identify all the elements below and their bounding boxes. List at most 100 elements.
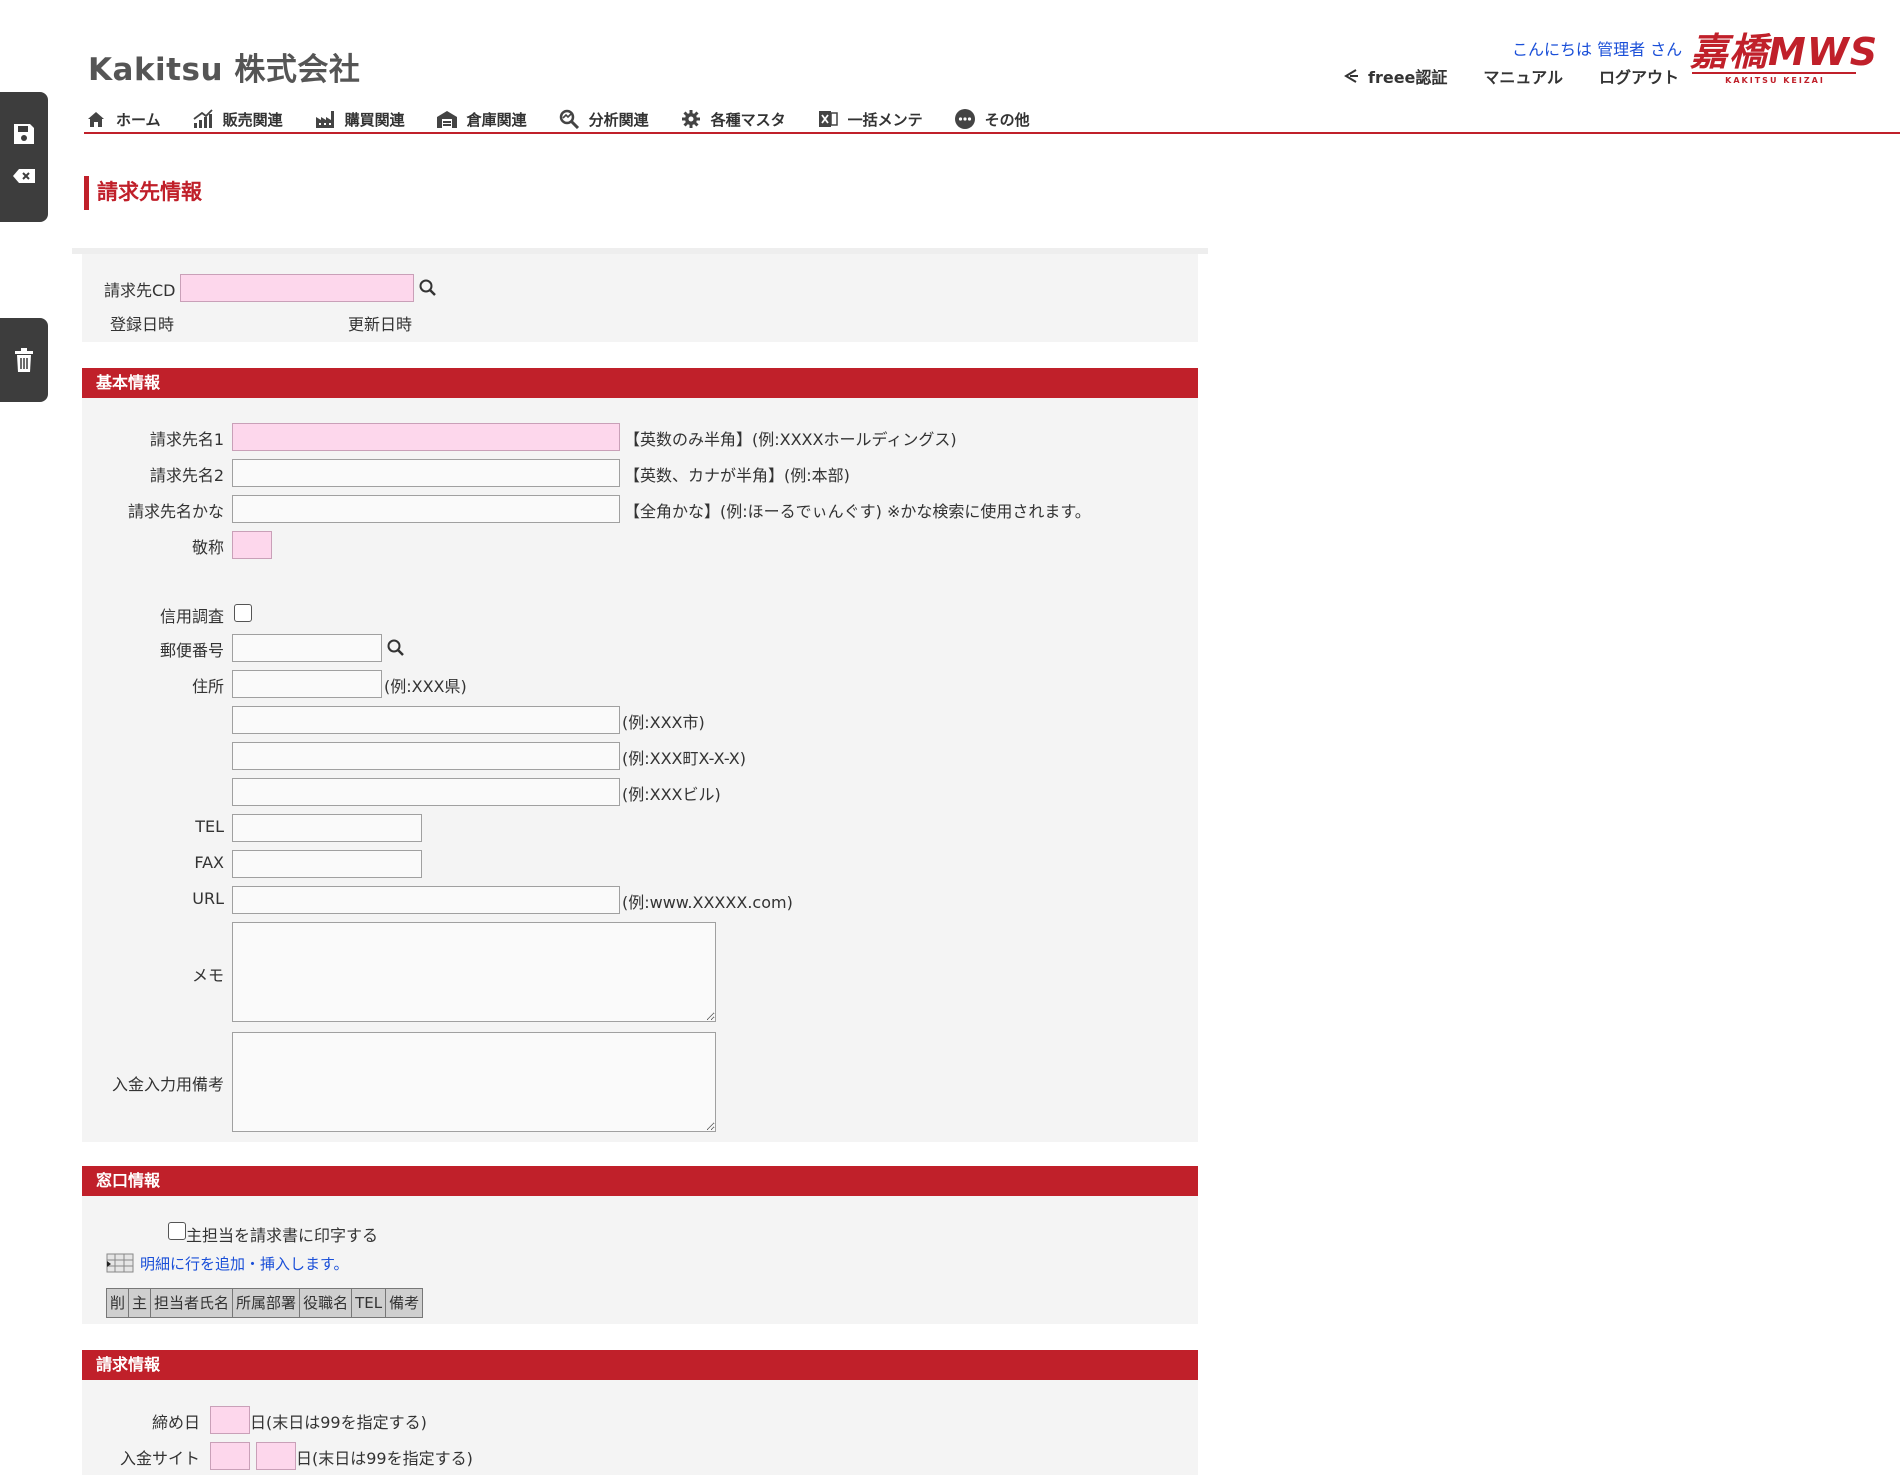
column-header: 備考: [389, 1294, 420, 1312]
nav-warehouse-label: 倉庫関連: [466, 110, 527, 129]
factory-icon: [313, 107, 337, 131]
name1-input[interactable]: [232, 423, 620, 451]
action-toolbar: [0, 92, 48, 222]
column-header: 削: [107, 1289, 130, 1317]
main-nav: ホーム 販売関連 購買関連 倉庫関連 分析関連 各種マスタ 一括メンテ その他: [84, 106, 1900, 134]
nav-master[interactable]: 各種マスタ: [679, 107, 786, 131]
brand-logo-subtext: KAKITSU KEIZAI: [1725, 76, 1825, 85]
payment-note-textarea[interactable]: [232, 1032, 716, 1132]
address-label: 住所: [191, 677, 224, 696]
kana-hint: 【全角かな】(例:ほーるでぃんぐす) ※かな検索に使用されます。: [624, 502, 1091, 521]
nav-purchase-label: 購買関連: [344, 110, 405, 129]
warehouse-icon: [435, 107, 459, 131]
nav-bulk-label: 一括メンテ: [847, 110, 923, 129]
excel-icon: [816, 107, 840, 131]
top-links: freee認証 マニュアル ログアウト: [1342, 64, 1715, 88]
clear-button[interactable]: [8, 160, 40, 192]
name1-label: 請求先名1: [149, 430, 224, 449]
analysis-magnifier-icon: [557, 107, 581, 131]
delete-toolbar: [0, 318, 48, 402]
freee-icon: [1344, 69, 1358, 83]
zip-search-icon[interactable]: [386, 638, 406, 658]
trash-icon: [15, 348, 33, 372]
nav-home-label: ホーム: [116, 110, 161, 129]
address-city-hint: (例:XXX市): [622, 713, 705, 732]
address-city-input[interactable]: [232, 706, 620, 734]
address-prefecture-input[interactable]: [232, 670, 382, 698]
zip-input[interactable]: [232, 634, 382, 662]
column-header: TEL: [352, 1289, 387, 1317]
nav-home[interactable]: ホーム: [84, 107, 161, 131]
add-row-text: 明細に行を追加・挿入します。: [140, 1254, 349, 1273]
name2-hint: 【英数、カナが半角】(例:本部): [624, 466, 850, 485]
honorific-label: 敬称: [191, 538, 224, 557]
save-button[interactable]: [8, 118, 40, 150]
chart-icon: [191, 107, 215, 131]
more-icon: [953, 107, 977, 131]
nav-sales[interactable]: 販売関連: [191, 107, 283, 131]
kana-input[interactable]: [232, 495, 620, 523]
brand-logo: 嘉橋MWS KAKITSU KEIZAI: [1690, 32, 1877, 86]
nav-bulk[interactable]: 一括メンテ: [816, 107, 923, 131]
closing-day-hint: 日(末日は99を指定する): [250, 1413, 427, 1432]
logout-link[interactable]: ログアウト: [1599, 64, 1679, 88]
basic-info-heading: 基本情報: [82, 368, 1198, 398]
updated-at-label: 更新日時: [348, 315, 413, 334]
credit-check-checkbox[interactable]: [234, 604, 252, 622]
backspace-icon: [13, 169, 35, 183]
column-header: 役職名: [300, 1289, 353, 1317]
billing-cd-input[interactable]: [180, 274, 414, 302]
closing-day-input[interactable]: [210, 1406, 250, 1434]
name1-hint: 【英数のみ半角】(例:XXXXホールディングス): [624, 430, 957, 449]
print-main-contact-label: 主担当を請求書に印字する: [186, 1226, 379, 1245]
user-greeting: こんにちは 管理者 さん: [1512, 40, 1683, 59]
nav-analysis-label: 分析関連: [588, 110, 649, 129]
payment-site-month-input[interactable]: [210, 1442, 250, 1470]
delete-button[interactable]: [8, 344, 40, 376]
payment-site-day-input[interactable]: [256, 1442, 296, 1470]
freee-auth-link[interactable]: freee認証: [1342, 64, 1447, 88]
billing-info-heading: 請求情報: [82, 1350, 1198, 1380]
freee-auth-label: freee認証: [1368, 68, 1448, 87]
nav-analysis[interactable]: 分析関連: [557, 107, 649, 131]
url-hint: (例:www.XXXXX.com): [622, 893, 793, 912]
page-title: 請求先情報: [84, 176, 202, 210]
nav-master-label: 各種マスタ: [710, 110, 786, 129]
add-row-icon: [106, 1253, 134, 1273]
column-header: 担当者氏名: [151, 1289, 234, 1317]
fax-input[interactable]: [232, 850, 422, 878]
add-row-button[interactable]: 明細に行を追加・挿入します。: [106, 1252, 349, 1274]
nav-purchase[interactable]: 購買関連: [313, 107, 405, 131]
payment-note-label: 入金入力用備考: [111, 1075, 224, 1094]
search-icon[interactable]: [418, 278, 438, 298]
address-building-hint: (例:XXXビル): [622, 785, 721, 804]
url-input[interactable]: [232, 886, 620, 914]
address-prefecture-hint: (例:XXX県): [384, 677, 467, 696]
memo-textarea[interactable]: [232, 922, 716, 1022]
column-header: 主: [129, 1289, 152, 1317]
name2-input[interactable]: [232, 459, 620, 487]
print-main-contact-checkbox[interactable]: [168, 1222, 186, 1240]
credit-check-label: 信用調査: [159, 607, 224, 626]
fax-label: FAX: [194, 853, 224, 872]
zip-label: 郵便番号: [159, 641, 224, 660]
save-icon: [14, 124, 34, 144]
nav-warehouse[interactable]: 倉庫関連: [435, 107, 527, 131]
tel-input[interactable]: [232, 814, 422, 842]
address-street-input[interactable]: [232, 742, 620, 770]
contact-grid-header: 削 主 担当者氏名 所属部署 役職名 TEL 備考: [106, 1288, 424, 1318]
contact-info-heading: 窓口情報: [82, 1166, 1198, 1196]
gear-icon: [679, 107, 703, 131]
nav-other[interactable]: その他: [953, 107, 1030, 131]
billing-cd-label: 請求先CD: [104, 281, 176, 300]
address-building-input[interactable]: [232, 778, 620, 806]
nav-other-label: その他: [984, 110, 1030, 129]
created-at-label: 登録日時: [110, 315, 175, 334]
tel-label: TEL: [195, 817, 224, 836]
nav-sales-label: 販売関連: [222, 110, 283, 129]
manual-link[interactable]: マニュアル: [1483, 64, 1563, 88]
column-header: 所属部署: [233, 1289, 301, 1317]
address-street-hint: (例:XXX町X-X-X): [622, 749, 747, 768]
honorific-input[interactable]: [232, 531, 272, 559]
payment-site-hint: 日(末日は99を指定する): [296, 1449, 473, 1468]
